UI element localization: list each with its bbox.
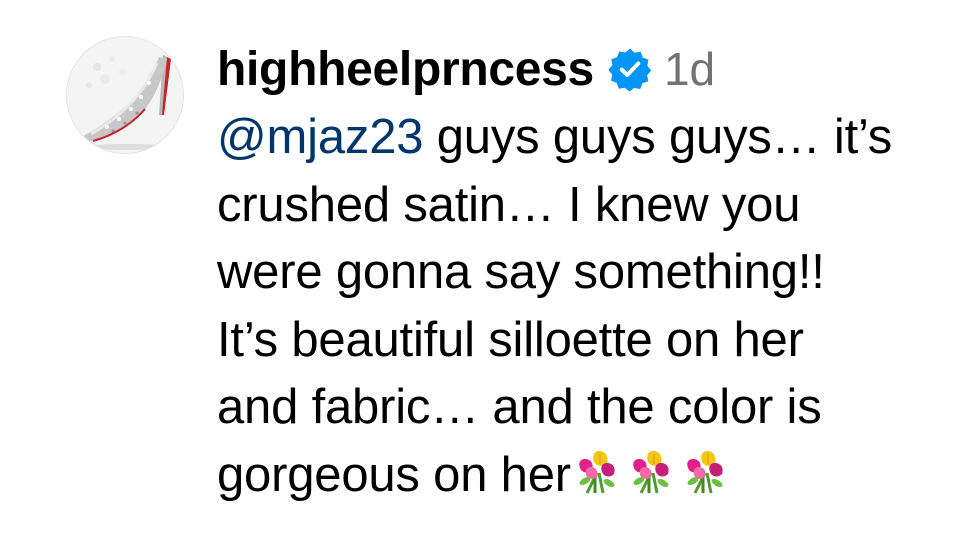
bouquet-emoji-icon — [573, 447, 623, 497]
comment-line-text: gorgeous on her — [217, 447, 571, 502]
comment: highheelprncess 1d @mjaz23 guys guys guy… — [0, 0, 980, 537]
comment-line: were gonna say something!! — [217, 245, 825, 299]
high-heel-shoe-icon — [67, 37, 183, 153]
timestamp[interactable]: 1d — [664, 42, 715, 96]
verified-badge-icon — [608, 47, 652, 91]
comment-line: gorgeous on her — [217, 442, 957, 510]
mention-link[interactable]: @mjaz23 — [217, 110, 424, 164]
comment-line: It’s beautiful silloette on her — [217, 312, 804, 367]
comment-line: and fabric… and the color is — [217, 380, 822, 434]
bouquet-emoji-icon — [681, 447, 731, 497]
comment-line: @mjaz23 guys guys guys… it’s — [217, 104, 957, 172]
comment-line-text: guys guys guys… it’s — [423, 110, 893, 164]
bouquet-emoji-icon — [627, 447, 677, 497]
comment-header: highheelprncess 1d — [217, 36, 957, 102]
username-link[interactable]: highheelprncess — [217, 42, 594, 97]
comment-line: crushed satin… I knew you — [217, 177, 801, 232]
emoji-group — [573, 447, 735, 497]
comment-text: @mjaz23 guys guys guys… it’s crushed sat… — [217, 104, 957, 509]
comment-body: highheelprncess 1d @mjaz23 guys guys guy… — [217, 36, 957, 509]
avatar[interactable] — [66, 36, 184, 154]
